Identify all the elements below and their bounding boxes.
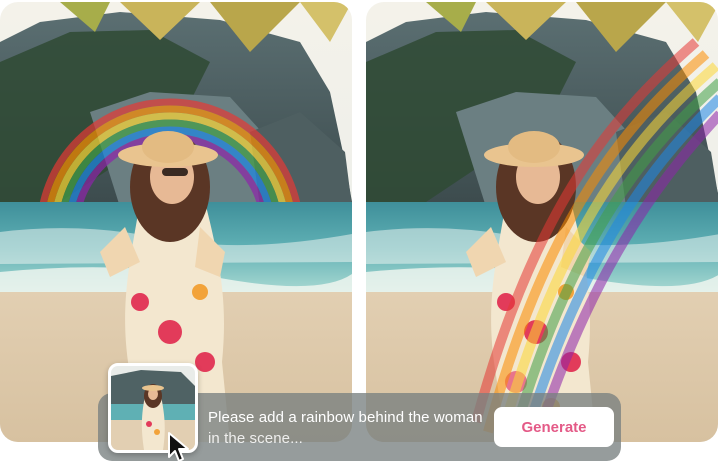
prompt-input[interactable]: Please add a rainbow behind the woman in… (208, 407, 488, 449)
prompt-line-2: in the scene... (208, 430, 303, 447)
generate-button[interactable]: Generate (494, 407, 614, 447)
prompt-line-1: Please add a rainbow behind the woman (208, 409, 483, 426)
after-image (366, 2, 718, 442)
after-image-panel (366, 2, 718, 442)
pointer-cursor-icon (166, 431, 194, 463)
